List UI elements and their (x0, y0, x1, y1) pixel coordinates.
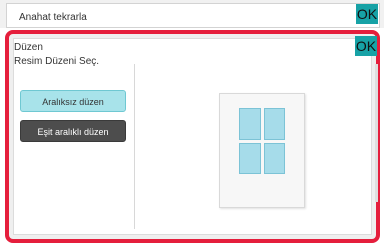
panel-title: Düzen (14, 42, 43, 53)
preview-grid (239, 108, 285, 174)
preview-cell (263, 108, 285, 140)
divider (134, 64, 135, 229)
aralıksız-duzen-button[interactable]: Aralıksız düzen (20, 90, 126, 112)
esit-aralikli-duzen-button[interactable]: Eşit aralıklı düzen (20, 120, 126, 142)
top-ok-button[interactable]: OK (356, 4, 378, 24)
preview-cell (263, 142, 285, 174)
anahat-tekrarla-panel[interactable]: Anahat tekrarla (6, 3, 380, 28)
anahat-tekrarla-label: Anahat tekrarla (19, 12, 87, 23)
preview-cell (239, 108, 261, 140)
layout-preview (219, 93, 305, 208)
scrollbar[interactable] (375, 64, 378, 202)
panel-subtitle: Resim Düzeni Seç. (14, 56, 100, 67)
panel-ok-button[interactable]: OK (355, 36, 377, 56)
preview-cell (239, 142, 261, 174)
